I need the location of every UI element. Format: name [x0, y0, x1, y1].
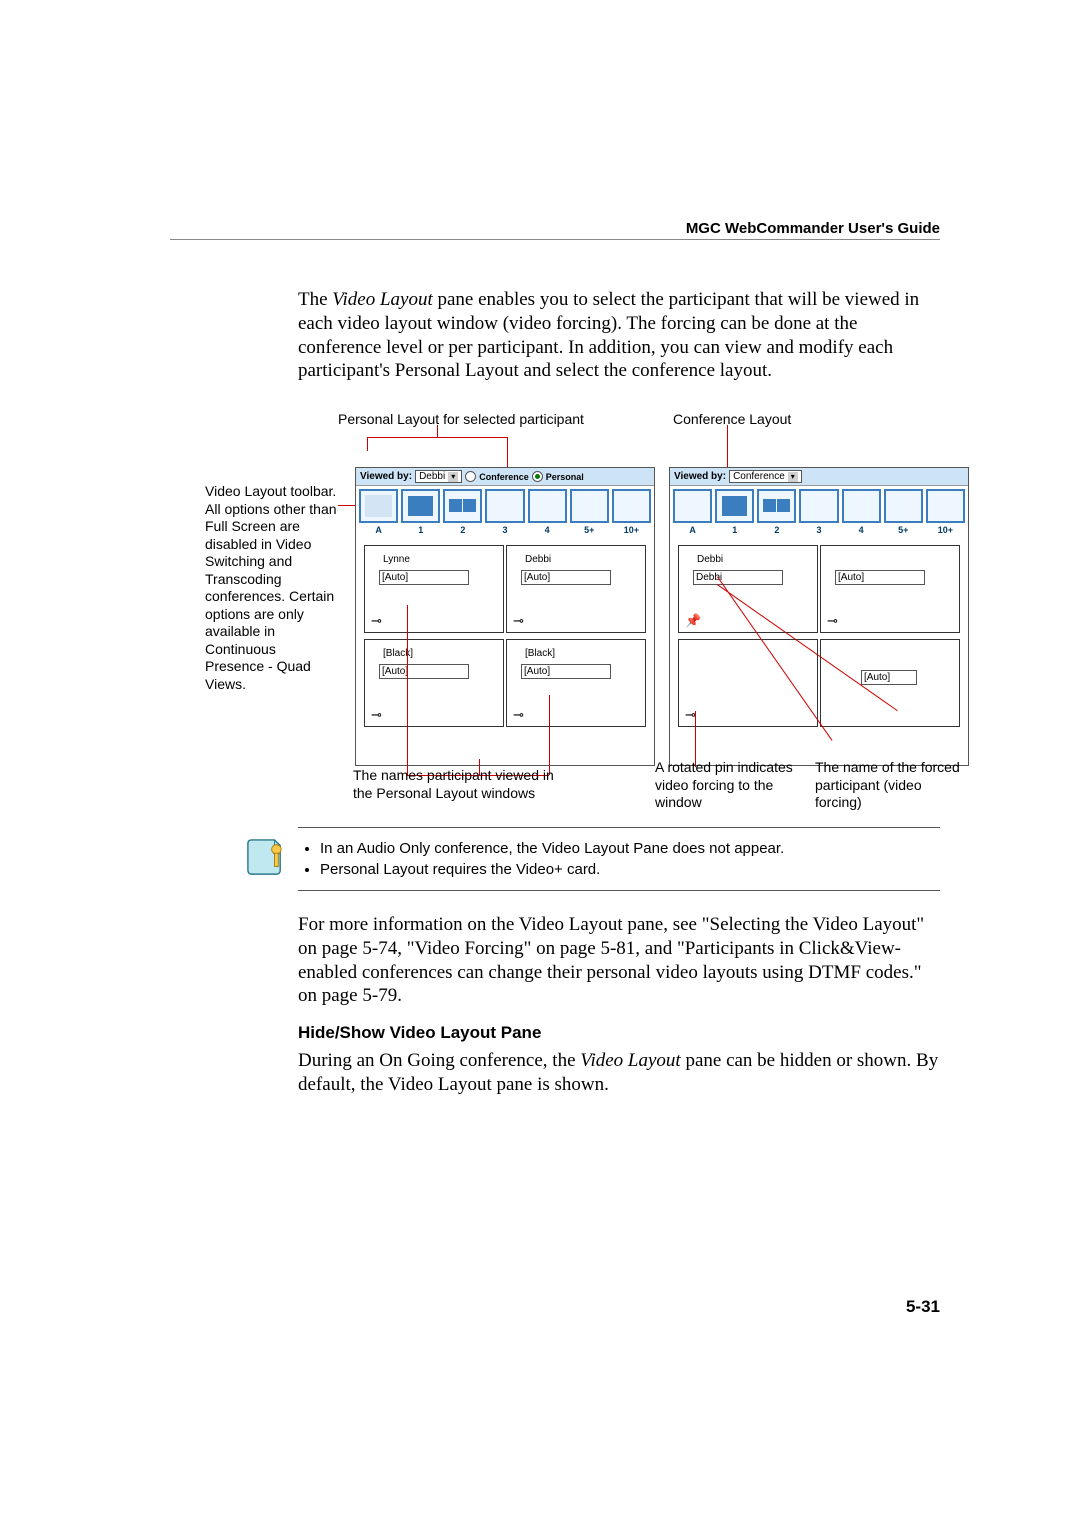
note-text: In an Audio Only conference, the Video L…: [302, 838, 784, 880]
layout-btn-a[interactable]: A: [673, 489, 712, 523]
select-value: Debbi: [419, 471, 445, 482]
viewed-by-label: Viewed by:: [360, 471, 412, 482]
layout-btn-3[interactable]: 3: [799, 489, 838, 523]
participant-name: Debbi: [525, 554, 551, 565]
label-conference-layout: Conference Layout: [673, 411, 791, 427]
participant-box[interactable]: [Auto]: [861, 670, 917, 685]
side-annotation: Video Layout toolbar. All options other …: [205, 483, 337, 693]
video-cell[interactable]: Debbi [Auto] ⊸: [506, 545, 646, 633]
viewed-by-label: Viewed by:: [674, 471, 726, 482]
radio-conference-label: Conference: [479, 472, 529, 482]
annotation-line: [338, 505, 355, 506]
viewed-by-select[interactable]: Debbi ▾: [415, 470, 462, 483]
participant-name: [Black]: [525, 648, 555, 659]
annotation-rotated-pin: A rotated pin indicates video forcing to…: [655, 759, 805, 812]
annotation-line: [727, 425, 728, 467]
pin-icon: ⊸: [513, 613, 524, 629]
video-grid-conference: Debbi Debbi 📌 [Auto] ⊸ ⊸ [Auto]: [670, 539, 968, 765]
more-info-paragraph: For more information on the Video Layout…: [298, 913, 940, 1008]
note-icon: [246, 838, 284, 876]
layout-btn-1[interactable]: 1: [401, 489, 440, 523]
radio-personal-label: Personal: [546, 472, 584, 482]
annotation-line: [367, 437, 368, 451]
dropdown-icon[interactable]: ▾: [788, 472, 798, 482]
annotation-names-viewed: The names participant viewed in the Pers…: [353, 767, 573, 802]
subheading: Hide/Show Video Layout Pane: [298, 1022, 940, 1043]
personal-layout-panel: Viewed by: Debbi ▾ Conference Personal A…: [355, 467, 655, 766]
radio-conference[interactable]: [465, 471, 476, 482]
layout-btn-10plus[interactable]: 10+: [612, 489, 651, 523]
video-cell[interactable]: Lynne [Auto] ⊸: [364, 545, 504, 633]
video-grid-personal: Lynne [Auto] ⊸ Debbi [Auto] ⊸ [Black] [A…: [356, 539, 654, 765]
text-fragment: During an On Going conference, the: [298, 1050, 580, 1071]
annotation-line: [407, 605, 408, 775]
layout-buttons-row: A 1 2 3 4 5+ 10+: [356, 486, 654, 539]
layout-btn-a[interactable]: A: [359, 489, 398, 523]
layout-btn-1[interactable]: 1: [715, 489, 754, 523]
participant-name: [Black]: [383, 648, 413, 659]
layout-btn-5plus[interactable]: 5+: [884, 489, 923, 523]
layout-btn-2[interactable]: 2: [443, 489, 482, 523]
participant-box[interactable]: Debbi: [693, 570, 783, 585]
participant-name: Lynne: [383, 554, 410, 565]
participant-box[interactable]: [Auto]: [379, 570, 469, 585]
viewed-by-select[interactable]: Conference ▾: [729, 470, 802, 483]
personal-toolbar: Viewed by: Debbi ▾ Conference Personal: [356, 468, 654, 486]
layout-btn-4[interactable]: 4: [528, 489, 567, 523]
layout-btn-3[interactable]: 3: [485, 489, 524, 523]
annotation-forced-name: The name of the forced participant (vide…: [815, 759, 965, 812]
pin-icon: ⊸: [827, 613, 838, 629]
dropdown-icon[interactable]: ▾: [448, 472, 458, 482]
italic-video-layout: Video Layout: [580, 1050, 680, 1071]
conference-toolbar: Viewed by: Conference ▾: [670, 468, 968, 486]
participant-name: Debbi: [697, 554, 723, 565]
video-cell[interactable]: [Black] [Auto] ⊸: [364, 639, 504, 727]
radio-personal[interactable]: [532, 471, 543, 482]
layout-btn-5plus[interactable]: 5+: [570, 489, 609, 523]
pin-icon: ⊸: [371, 707, 382, 723]
layout-btn-10plus[interactable]: 10+: [926, 489, 965, 523]
italic-video-layout: Video Layout: [332, 289, 432, 310]
note-item: In an Audio Only conference, the Video L…: [320, 838, 784, 859]
participant-box[interactable]: [Auto]: [835, 570, 925, 585]
note-box: In an Audio Only conference, the Video L…: [298, 827, 940, 891]
select-value: Conference: [733, 471, 785, 482]
label-personal-layout: Personal Layout for selected participant: [338, 411, 584, 427]
page-number: 5-31: [170, 1297, 940, 1317]
annotation-line: [507, 437, 508, 467]
video-cell[interactable]: ⊸: [678, 639, 818, 727]
layout-btn-4[interactable]: 4: [842, 489, 881, 523]
video-cell[interactable]: [Auto] ⊸: [820, 545, 960, 633]
annotation-line: [367, 437, 507, 438]
diagram: Personal Layout for selected participant…: [205, 411, 940, 811]
pin-icon: ⊸: [371, 613, 382, 629]
pin-icon-rotated: 📌: [685, 613, 701, 629]
video-cell[interactable]: [Black] [Auto] ⊸: [506, 639, 646, 727]
annotation-line: [437, 425, 438, 437]
participant-box[interactable]: [Auto]: [521, 664, 611, 679]
page-header: MGC WebCommander User's Guide: [686, 220, 940, 237]
subhead-body: During an On Going conference, the Video…: [298, 1049, 940, 1097]
intro-paragraph: The Video Layout pane enables you to sel…: [298, 288, 940, 383]
annotation-line: [549, 695, 550, 775]
layout-btn-2[interactable]: 2: [757, 489, 796, 523]
video-cell[interactable]: [Auto]: [820, 639, 960, 727]
participant-box[interactable]: [Auto]: [379, 664, 469, 679]
participant-box[interactable]: [Auto]: [521, 570, 611, 585]
note-item: Personal Layout requires the Video+ card…: [320, 859, 784, 880]
layout-buttons-row: A 1 2 3 4 5+ 10+: [670, 486, 968, 539]
pin-icon: ⊸: [513, 707, 524, 723]
header-rule: [170, 239, 940, 240]
